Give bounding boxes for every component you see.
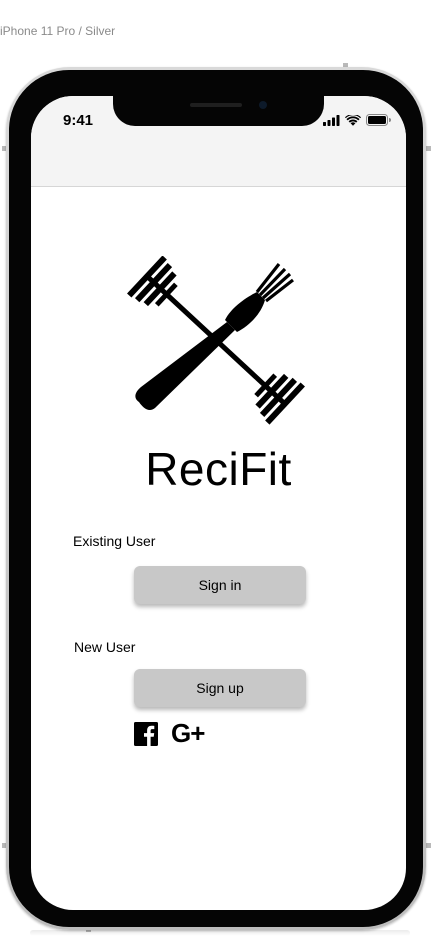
device-frame-label: iPhone 11 Pro / Silver: [0, 24, 116, 38]
device-shadow: [30, 930, 410, 936]
existing-user-label: Existing User: [73, 533, 156, 549]
facebook-icon[interactable]: [134, 722, 158, 751]
app-name: ReciFit: [145, 443, 292, 495]
google-plus-icon[interactable]: G+: [171, 720, 205, 746]
facebook-login[interactable]: [134, 722, 158, 751]
cellular-signal-icon: [323, 113, 340, 131]
artboard: iPhone 11 Pro / Silver 9:41 ReciFit Exis…: [0, 0, 434, 945]
wifi-icon: [345, 113, 361, 131]
crossed-barbell-fork-icon: [127, 255, 309, 426]
front-camera: [259, 101, 267, 109]
status-time: 9:41: [63, 112, 94, 129]
sign-up-button[interactable]: Sign up: [134, 669, 306, 707]
speaker-grille: [190, 103, 242, 107]
phone-screen: 9:41 ReciFit Existing User Sign in New U…: [31, 96, 406, 910]
battery-icon: [366, 113, 391, 131]
status-icons: [323, 113, 391, 131]
new-user-label: New User: [74, 639, 136, 655]
device-notch: [113, 96, 324, 126]
sign-in-button[interactable]: Sign in: [134, 566, 306, 604]
google-plus-login[interactable]: G+: [171, 720, 205, 746]
